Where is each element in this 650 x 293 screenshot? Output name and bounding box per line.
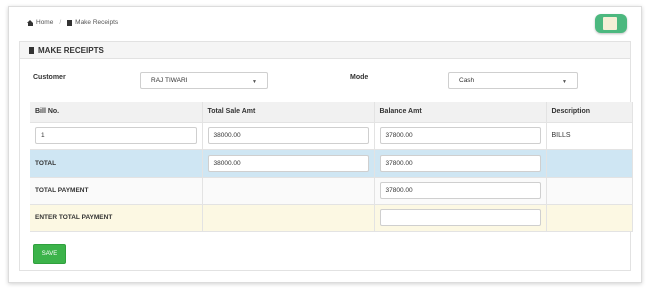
total-sale-value: 38000.00 (213, 132, 241, 139)
total-row: TOTAL 38000.00 37800.00 (30, 149, 633, 178)
app-window: Home / Make Receipts MAKE RECEIPTS Custo… (8, 6, 642, 283)
breadcrumb-separator: / (59, 19, 62, 26)
customer-label: Customer (33, 74, 66, 81)
column-header-bill-no: Bill No. (30, 102, 203, 123)
total-payment-label: TOTAL PAYMENT (30, 177, 203, 205)
mode-select[interactable]: Cash ▼ (448, 72, 578, 89)
total-payment-row: TOTAL PAYMENT 37800.00 (30, 177, 633, 205)
breadcrumb-home-link[interactable]: Home (36, 19, 53, 26)
document-icon (67, 19, 73, 26)
total-payment-value: 37800.00 (385, 187, 413, 194)
breadcrumb-current: Make Receipts (75, 19, 119, 26)
total-sale-total-field[interactable]: 38000.00 (207, 154, 369, 172)
enter-total-payment-label: ENTER TOTAL PAYMENT (30, 204, 203, 232)
sidebar-toggle-button[interactable] (595, 14, 627, 33)
enter-total-payment-input[interactable] (379, 209, 541, 226)
breadcrumb: Home / Make Receipts (27, 19, 118, 26)
top-bar: Home / Make Receipts (9, 7, 641, 41)
table-row: 1 38000.00 37800.00 BILLS (30, 122, 633, 150)
receipt-panel: MAKE RECEIPTS Customer RAJ TIWARI ▼ Mode… (19, 41, 633, 271)
enter-payment-row: ENTER TOTAL PAYMENT (30, 204, 633, 232)
bill-no-value: 1 (41, 132, 45, 139)
mode-select-value: Cash (459, 77, 475, 84)
balance-input[interactable]: 37800.00 (379, 127, 541, 144)
empty-cell (546, 149, 633, 178)
description-cell: BILLS (546, 122, 633, 150)
column-header-total-sale: Total Sale Amt (202, 102, 375, 123)
balance-total-field[interactable]: 37800.00 (379, 154, 541, 172)
save-button[interactable]: SAVE (33, 244, 66, 264)
receipt-table: Bill No. Total Sale Amt Balance Amt Desc… (30, 102, 633, 232)
customer-select-value: RAJ TIWARI (151, 77, 188, 84)
table-header-row: Bill No. Total Sale Amt Balance Amt Desc… (30, 102, 633, 123)
customer-select[interactable]: RAJ TIWARI ▼ (140, 72, 268, 89)
column-header-description: Description (546, 102, 633, 123)
panel-title: MAKE RECEIPTS (38, 45, 104, 55)
chevron-down-icon: ▼ (252, 79, 257, 85)
document-icon (29, 46, 34, 54)
empty-cell (546, 177, 633, 205)
total-sale-total-value: 38000.00 (213, 159, 241, 167)
column-header-balance: Balance Amt (374, 102, 547, 123)
home-icon (27, 19, 33, 26)
panel-header: MAKE RECEIPTS (20, 42, 630, 59)
total-payment-field[interactable]: 37800.00 (379, 182, 541, 199)
empty-cell (202, 204, 375, 232)
chevron-down-icon: ▼ (562, 79, 567, 85)
empty-cell (546, 204, 633, 232)
balance-value: 37800.00 (385, 132, 413, 139)
empty-cell (202, 177, 375, 205)
total-sale-input[interactable]: 38000.00 (207, 127, 369, 144)
bill-no-input[interactable]: 1 (35, 127, 197, 144)
panel-icon (603, 17, 617, 30)
balance-total-value: 37800.00 (385, 159, 413, 167)
total-label: TOTAL (30, 149, 203, 178)
filter-row: Customer RAJ TIWARI ▼ Mode Cash ▼ (20, 59, 630, 95)
mode-label: Mode (350, 74, 369, 81)
